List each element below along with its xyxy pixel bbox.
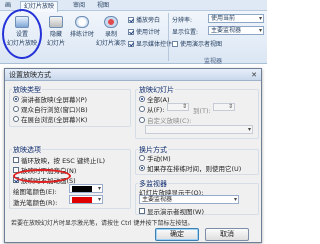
custom-show-dropdown[interactable] bbox=[145, 125, 253, 134]
all-slides-radio[interactable]: 全部(A) bbox=[139, 94, 170, 104]
checkbox-mark bbox=[139, 208, 145, 214]
tab-review[interactable]: 审阅 bbox=[70, 1, 88, 10]
hide-slide-icon bbox=[49, 16, 63, 28]
hide-slide-label: 隐藏 bbox=[49, 31, 62, 38]
checkbox-mark bbox=[128, 40, 134, 47]
dialog-title: 设置放映方式 bbox=[9, 71, 51, 79]
close-icon[interactable]: ✕ bbox=[251, 69, 257, 81]
show-media-controls-label: 显示媒体控件 bbox=[136, 41, 173, 48]
pen-color-label: 绘图笔颜色(E): bbox=[13, 188, 57, 196]
custom-show-label: 自定义放映(C): bbox=[147, 117, 192, 125]
resolution-label: 分辨率: bbox=[172, 17, 193, 24]
checkbox-mark bbox=[13, 157, 19, 163]
pen-color-swatch bbox=[72, 186, 92, 192]
setup-show-dialog: 设置放映方式 ✕ 放映类型 演讲者放映(全屏幕)(P) 观众自行浏览(窗口)(B… bbox=[4, 68, 262, 243]
presenter-view-dialog-checkbox[interactable]: 显示演示者视图(W) bbox=[139, 206, 204, 216]
ribbon-divider bbox=[168, 13, 169, 61]
dialog-titlebar: 设置放映方式 ✕ bbox=[5, 69, 261, 81]
stopwatch-icon bbox=[75, 16, 89, 28]
from-radio[interactable]: 从(F): bbox=[139, 104, 165, 114]
play-narration-label: 播放旁白 bbox=[136, 17, 161, 24]
resolution-label-row: 分辨率: bbox=[172, 15, 192, 24]
radio-mark bbox=[13, 96, 19, 102]
show-media-controls-checkbox[interactable]: 显示媒体控件 bbox=[128, 39, 172, 48]
ribbon-tab-strip: 画 幻灯片放映 审阅 视图 bbox=[0, 0, 267, 12]
loop-checkbox[interactable]: 循环放映，按 ESC 键终止(L) bbox=[13, 155, 105, 165]
radio-mark bbox=[139, 106, 145, 112]
highlight-circle bbox=[2, 9, 42, 59]
kiosk-label: 在展台浏览(全屏幕)(K) bbox=[21, 116, 88, 124]
record-slideshow-button[interactable]: 录制 幻灯片演示 bbox=[96, 16, 126, 47]
cancel-button[interactable]: 取消 bbox=[205, 228, 249, 241]
presenter-fullscreen-radio[interactable]: 演讲者放映(全屏幕)(P) bbox=[13, 94, 87, 104]
show-on-dropdown[interactable]: 主要监视器 bbox=[139, 195, 239, 204]
kiosk-radio[interactable]: 在展台浏览(全屏幕)(K) bbox=[13, 114, 87, 124]
to-label: 到(T): bbox=[193, 107, 211, 115]
record-icon bbox=[104, 16, 118, 28]
browse-window-label: 观众自行浏览(窗口)(B) bbox=[21, 106, 88, 114]
hide-slide-button[interactable]: 隐藏 幻灯片 bbox=[44, 16, 68, 47]
use-timings-checkbox[interactable]: 使用计时 bbox=[128, 27, 160, 36]
from-spinner[interactable] bbox=[167, 103, 189, 111]
checkbox-mark bbox=[128, 28, 134, 35]
laser-color-dropdown[interactable] bbox=[69, 195, 103, 204]
radio-mark bbox=[139, 96, 145, 102]
loop-label: 循环放映，按 ESC 键终止(L) bbox=[21, 157, 106, 165]
presenter-view-label: 使用演示者视图 bbox=[180, 41, 223, 48]
resolution-dropdown[interactable]: 使用当前 bbox=[208, 14, 264, 23]
display-label-row: 显示位置: bbox=[172, 27, 198, 36]
custom-show-radio[interactable]: 自定义放映(C): bbox=[139, 115, 191, 125]
rehearse-timings-label: 排练计时 bbox=[69, 31, 94, 38]
monitor-group-label: 监视器 bbox=[204, 58, 223, 65]
laser-color-label: 激光笔颜色(R): bbox=[13, 199, 58, 207]
radio-mark bbox=[139, 117, 145, 123]
pen-color-dropdown[interactable] bbox=[69, 184, 103, 193]
checkbox-mark bbox=[128, 16, 134, 23]
to-spinner[interactable] bbox=[213, 103, 235, 111]
tab-view[interactable]: 视图 bbox=[94, 1, 112, 10]
presenter-view-dialog-label: 显示演示者视图(W) bbox=[147, 208, 204, 216]
from-label: 从(F): bbox=[147, 106, 165, 114]
rehearse-timings-button[interactable]: 排练计时 bbox=[68, 16, 96, 38]
manual-advance-label: 手动(M) bbox=[147, 155, 171, 163]
annotation-ellipse bbox=[13, 169, 71, 183]
radio-mark bbox=[13, 106, 19, 112]
record-slideshow-sublabel: 幻灯片演示 bbox=[96, 40, 127, 47]
use-timings-radio[interactable]: 如果存在排练时间，则使用它(U) bbox=[139, 163, 241, 173]
laser-color-swatch bbox=[72, 197, 92, 203]
use-timings-radio-label: 如果存在排练时间，则使用它(U) bbox=[147, 165, 242, 173]
hide-slide-sublabel: 幻灯片 bbox=[46, 40, 65, 47]
laser-hint-text: 若要在放映幻灯片时显示激光笔，请按住 Ctrl 键并按下鼠标左按钮。 bbox=[11, 220, 194, 227]
radio-mark bbox=[139, 155, 145, 161]
display-position-label: 显示位置: bbox=[172, 29, 199, 36]
use-timings-label: 使用计时 bbox=[136, 29, 161, 36]
manual-advance-radio[interactable]: 手动(M) bbox=[139, 153, 171, 163]
play-narration-checkbox[interactable]: 播放旁白 bbox=[128, 15, 160, 24]
radio-mark bbox=[139, 165, 145, 171]
radio-mark bbox=[13, 116, 19, 122]
ok-button[interactable]: 确定 bbox=[155, 228, 199, 241]
record-slideshow-label: 录制 bbox=[104, 31, 117, 38]
checkbox-mark bbox=[172, 40, 178, 47]
presenter-view-checkbox[interactable]: 使用演示者视图 bbox=[172, 39, 222, 48]
tab-draw[interactable]: 画 bbox=[2, 1, 14, 10]
browse-window-radio[interactable]: 观众自行浏览(窗口)(B) bbox=[13, 104, 88, 114]
display-dropdown[interactable]: 主要监视器 bbox=[208, 26, 264, 35]
show-options-title: 放映选项 bbox=[12, 145, 42, 155]
presenter-fullscreen-label: 演讲者放映(全屏幕)(P) bbox=[21, 96, 88, 104]
ribbon: 画 幻灯片放映 审阅 视图 设置 幻灯片放映 隐藏 幻灯片 排练计时 录制 幻灯… bbox=[0, 0, 267, 65]
